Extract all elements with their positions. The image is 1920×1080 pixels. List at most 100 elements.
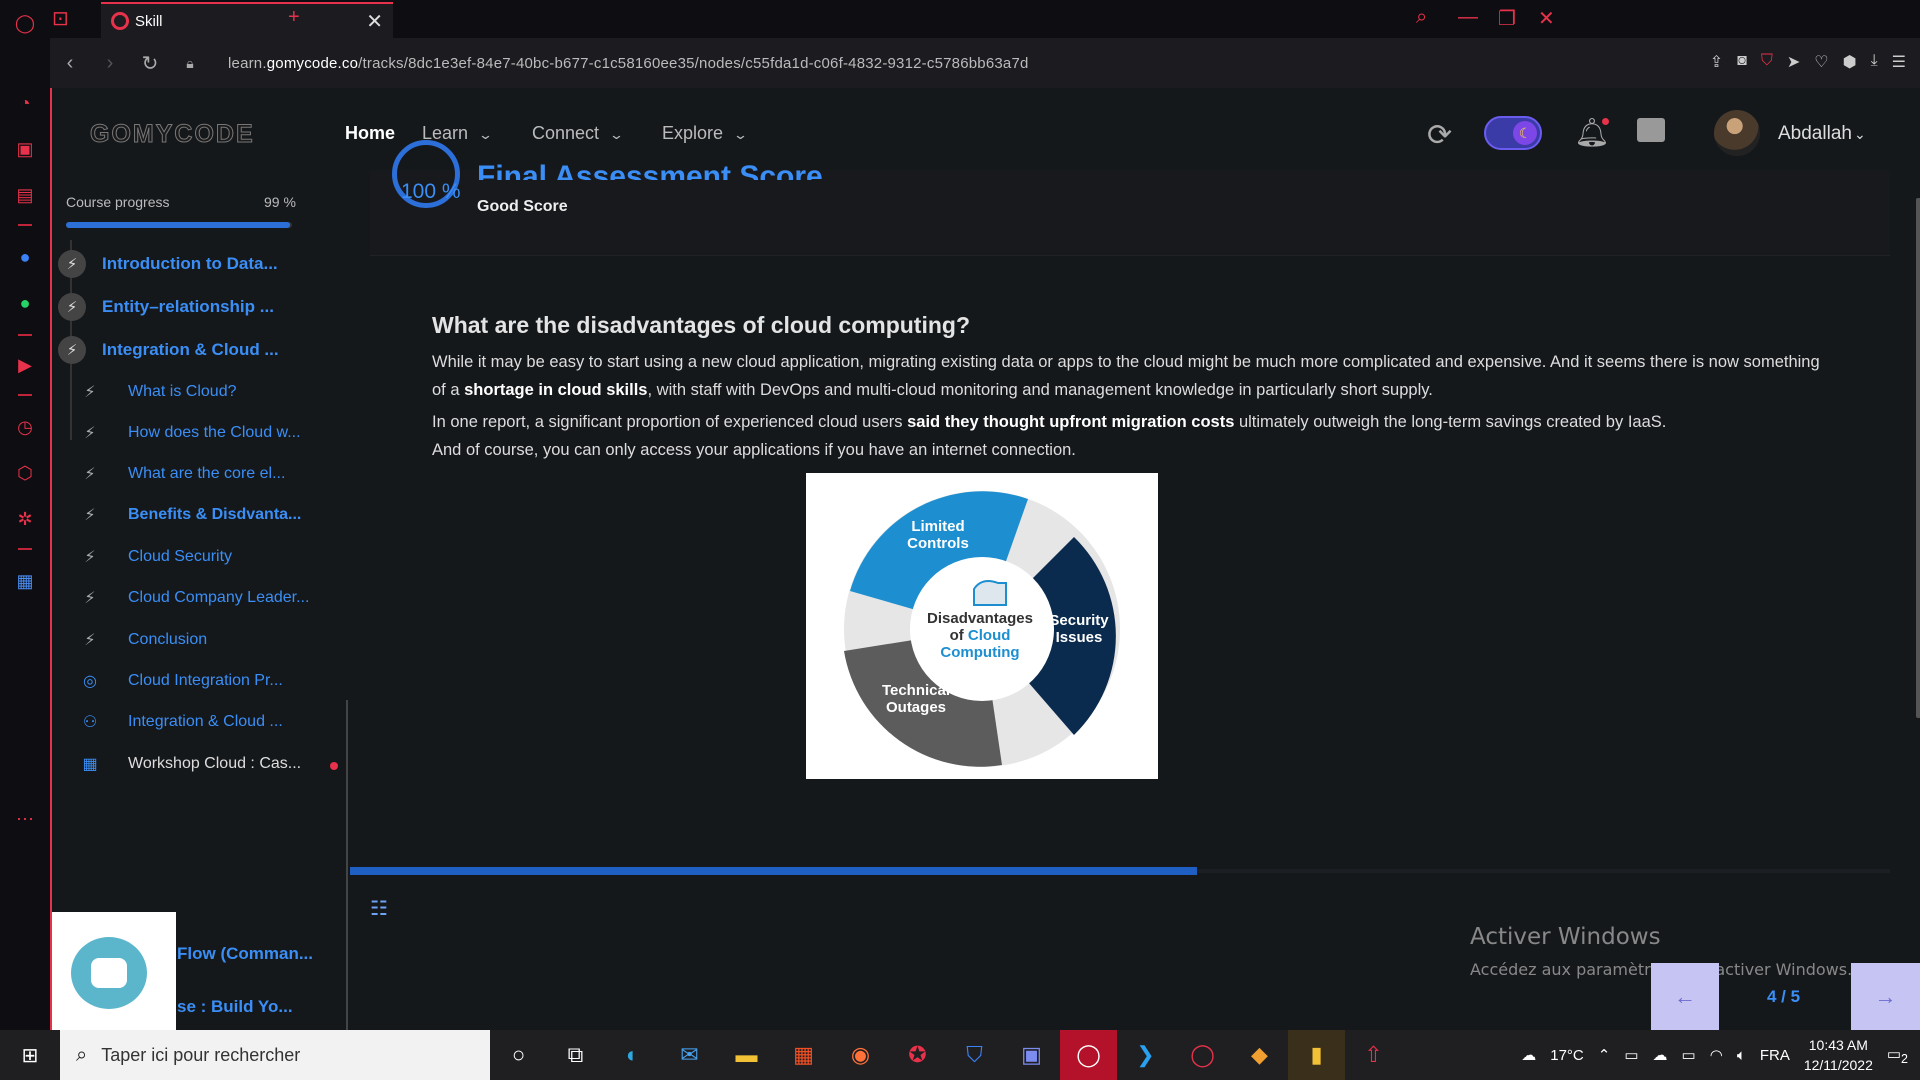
lesson-label: How does the Cloud w... xyxy=(128,424,301,441)
search-tabs-icon[interactable]: ⌕ xyxy=(1416,6,1427,29)
file-explorer-icon[interactable]: ▬ xyxy=(718,1030,775,1080)
lesson-item[interactable]: ⚡︎ Cloud Company Leader... xyxy=(82,588,309,608)
lesson-label: Cloud Integration Pr... xyxy=(128,672,283,689)
volume-icon[interactable]: 🔈︎ xyxy=(1737,1047,1746,1064)
reload-icon[interactable]: ↻ xyxy=(130,51,170,76)
nav-connect[interactable]: Connect ⌄ xyxy=(532,123,625,144)
edge-icon[interactable]: ◐ xyxy=(604,1030,661,1080)
lesson-item-active[interactable]: ⚡︎ Benefits & Disdvanta... xyxy=(82,505,301,525)
chevron-up-icon[interactable]: ⌃ xyxy=(1598,1046,1611,1064)
wifi-icon[interactable]: ◠ xyxy=(1710,1046,1723,1064)
folder-icon[interactable]: ▮ xyxy=(1288,1030,1345,1080)
speed-dial-icon[interactable]: ◔ xyxy=(14,92,36,114)
chat-support-button[interactable] xyxy=(71,937,147,1009)
lock-icon[interactable]: 🔒︎ xyxy=(170,55,210,72)
chevron-down-icon: ⌄ xyxy=(608,127,625,142)
messages-icon[interactable] xyxy=(1637,118,1665,142)
crypto-wallet-icon[interactable]: ▣ xyxy=(14,138,36,160)
score-card: 100 % Final Assessment Score Good Score xyxy=(370,140,1890,256)
gomycode-logo[interactable]: GOMYCODE xyxy=(90,120,255,149)
new-tab-icon[interactable]: + xyxy=(288,6,300,29)
send-icon[interactable]: ➤ xyxy=(1787,52,1800,72)
lesson-item[interactable]: ▦ Workshop Cloud : Cas... xyxy=(82,754,301,774)
sync-icon[interactable]: ⟳ xyxy=(1427,118,1452,153)
module-item[interactable]: ⚡︎ Entity–relationship ... xyxy=(58,293,274,321)
lesson-item[interactable]: ⚡︎ Cloud Security xyxy=(82,547,232,567)
opera-icon[interactable]: ◯ xyxy=(1174,1030,1231,1080)
player-icon[interactable]: ▶ xyxy=(14,354,36,376)
onedrive-icon[interactable]: ☁ xyxy=(1653,1046,1668,1064)
minimize-icon[interactable]: — xyxy=(1458,6,1478,29)
lesson-item[interactable]: ⚡︎ What is Cloud? xyxy=(82,382,236,402)
adblock-icon[interactable]: ⛉ xyxy=(1761,52,1773,72)
translate-icon[interactable]: ▦ xyxy=(14,570,36,592)
opera-gx-icon[interactable]: ◯ xyxy=(1060,1030,1117,1080)
avatar[interactable] xyxy=(1714,110,1760,156)
lesson-content: 100 % Final Assessment Score Good Score … xyxy=(350,140,1890,1030)
weather-icon[interactable]: ☁ xyxy=(1521,1046,1536,1064)
table-of-contents-icon[interactable]: ☷ xyxy=(370,896,388,921)
previous-slide-button[interactable]: ← xyxy=(1651,963,1719,1030)
clock[interactable]: 10:43 AM 12/11/2022 xyxy=(1804,1035,1873,1075)
moon-icon: ☾ xyxy=(1513,121,1537,145)
download-icon[interactable]: ⤓ xyxy=(1871,52,1878,72)
opera-logo-icon[interactable]: ◯ xyxy=(14,12,36,34)
meet-icon[interactable]: ▭ xyxy=(1624,1046,1638,1064)
nav-explore[interactable]: Explore ⌄ xyxy=(662,123,748,144)
git-icon[interactable]: ◆ xyxy=(1231,1030,1288,1080)
sidebar-scrollbar[interactable] xyxy=(346,700,348,1030)
easy-setup-icon[interactable]: ☰ xyxy=(1892,52,1906,72)
task-view-icon[interactable]: ⧉ xyxy=(547,1030,604,1080)
language[interactable]: FRA xyxy=(1760,1047,1790,1064)
next-slide-button[interactable]: → xyxy=(1851,963,1920,1030)
url-field[interactable]: learn.gomycode.co/tracks/8dc1e3ef-84e7-4… xyxy=(228,55,1029,72)
browser-tab[interactable]: Skill ✕ xyxy=(101,2,393,38)
cube-icon[interactable]: ⬢ xyxy=(1843,52,1857,72)
close-window-icon[interactable]: ✕ xyxy=(1538,6,1555,31)
page-scrollbar[interactable] xyxy=(1916,198,1920,718)
gx-control-icon[interactable]: ⊡ xyxy=(52,6,69,31)
mail-icon[interactable]: ✉ xyxy=(661,1030,718,1080)
snapshot-icon[interactable]: ◙ xyxy=(1737,52,1747,72)
vscode-icon[interactable]: ❯ xyxy=(1117,1030,1174,1080)
close-tab-icon[interactable]: ✕ xyxy=(366,9,383,34)
battery-icon[interactable]: ▭ xyxy=(1682,1046,1696,1064)
bookmark-heart-icon[interactable]: ♡ xyxy=(1814,52,1828,72)
firefox-icon[interactable]: ◉ xyxy=(832,1030,889,1080)
more-icon[interactable]: ⋯ xyxy=(14,808,36,830)
cortana-icon[interactable]: ○ xyxy=(490,1030,547,1080)
lesson-item[interactable]: ◎ Cloud Integration Pr... xyxy=(82,671,283,691)
module-item[interactable]: ⚡︎ Introduction to Data... xyxy=(58,250,278,278)
upload-app-icon[interactable]: ⇧ xyxy=(1345,1030,1402,1080)
sidebar-item-partial[interactable]: Flow (Comman... xyxy=(177,944,313,964)
antivirus-icon[interactable]: ✪ xyxy=(889,1030,946,1080)
lesson-item[interactable]: ⚡︎ Conclusion xyxy=(82,630,207,650)
share-icon[interactable]: ⇪ xyxy=(1710,52,1723,72)
lesson-item[interactable]: ⚡︎ How does the Cloud w... xyxy=(82,423,301,443)
dark-mode-toggle[interactable]: ☾ xyxy=(1484,116,1542,150)
twitch-icon[interactable]: ▤ xyxy=(14,184,36,206)
user-menu[interactable]: Abdallah ⌄ xyxy=(1778,123,1866,145)
extensions-icon[interactable]: ⬡ xyxy=(14,462,36,484)
windows-start-button[interactable]: ⊞ xyxy=(0,1030,60,1080)
settings-icon[interactable]: ✲ xyxy=(14,508,36,530)
slide-progress-fill xyxy=(350,867,1197,875)
bitwarden-icon[interactable]: ⛉ xyxy=(946,1030,1003,1080)
store-icon[interactable]: ▦ xyxy=(775,1030,832,1080)
restore-icon[interactable]: ❐ xyxy=(1498,6,1516,31)
nav-home[interactable]: Home xyxy=(345,123,395,144)
notification-center-icon[interactable]: ▭2 xyxy=(1887,1045,1908,1066)
whatsapp-icon[interactable]: ● xyxy=(14,292,36,314)
windows-taskbar: ⊞ ⌕ Taper ici pour rechercher ○ ⧉ ◐ ✉ ▬ ▦… xyxy=(0,1030,1920,1080)
taskbar-search-input[interactable]: ⌕ Taper ici pour rechercher xyxy=(60,1030,490,1080)
forward-icon[interactable]: › xyxy=(90,52,130,75)
messenger-icon[interactable]: ● xyxy=(14,246,36,268)
temperature[interactable]: 17°C xyxy=(1550,1047,1584,1064)
back-icon[interactable]: ‹ xyxy=(50,52,90,75)
history-icon[interactable]: ◷ xyxy=(14,416,36,438)
app-icon[interactable]: ▣ xyxy=(1003,1030,1060,1080)
lesson-item[interactable]: ⚇ Integration & Cloud ... xyxy=(82,712,283,732)
lesson-item[interactable]: ⚡︎ What are the core el... xyxy=(82,464,285,484)
sidebar-item-partial[interactable]: se : Build Yo... xyxy=(177,997,293,1017)
module-item[interactable]: ⚡︎ Integration & Cloud ... xyxy=(58,336,279,364)
